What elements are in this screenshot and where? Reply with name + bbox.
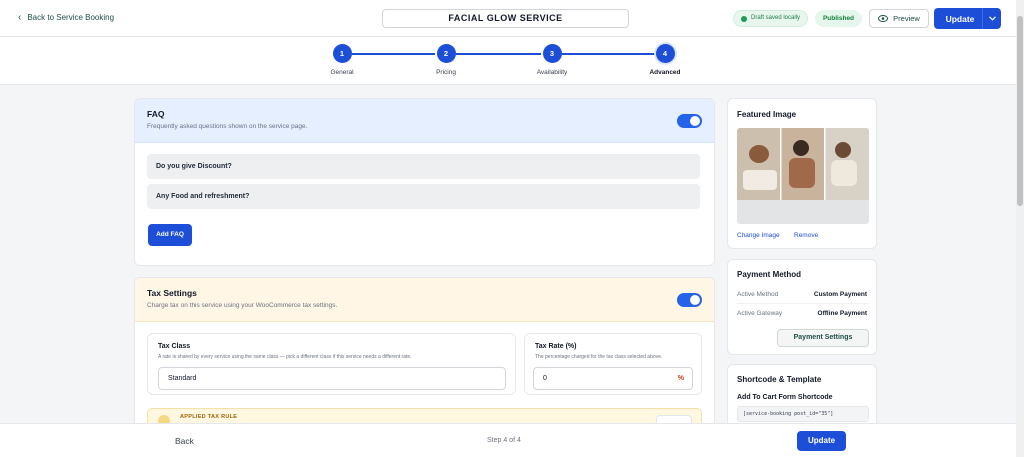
eye-icon <box>878 15 889 22</box>
change-image-link[interactable]: Change Image <box>737 232 780 239</box>
step-number: 3 <box>542 44 562 63</box>
tax-header: Tax Settings Charge tax on this service … <box>135 278 714 322</box>
step-label: Pricing <box>436 69 456 76</box>
payment-settings-button[interactable]: Payment Settings <box>777 329 869 347</box>
tax-subtitle: Charge tax on this service using your Wo… <box>147 302 338 309</box>
tax-rate-panel: Tax Rate (%) The percentage charged for … <box>524 333 702 395</box>
shortcode-title: Shortcode & Template <box>737 375 822 384</box>
page-scrollbar[interactable] <box>1016 0 1024 457</box>
tax-rate-value: 0 <box>543 375 547 382</box>
faq-item[interactable]: Do you give Discount? <box>147 154 700 179</box>
step-availability[interactable]: 3 Availability <box>522 44 582 76</box>
service-title-input[interactable]: FACIAL GLOW SERVICE <box>382 9 629 28</box>
preview-button[interactable]: Preview <box>869 9 929 28</box>
featured-image-preview[interactable] <box>737 128 869 224</box>
tax-rate-input[interactable]: 0 % <box>533 367 693 390</box>
draft-badge-label: Draft saved locally <box>751 15 801 21</box>
footer-update-button[interactable]: Update <box>797 431 846 451</box>
back-button[interactable]: Back <box>175 436 194 446</box>
shortcode-subtitle: Add To Cart Form Shortcode <box>737 394 833 401</box>
step-advanced[interactable]: 4 Advanced <box>635 44 695 76</box>
toggle-knob <box>690 295 700 305</box>
update-label: Update <box>945 13 975 24</box>
step-number: 2 <box>436 44 456 63</box>
tax-class-panel: Tax Class A rate is shared by every serv… <box>147 333 516 395</box>
step-pricing[interactable]: 2 Pricing <box>416 44 476 76</box>
tax-class-label: Tax Class <box>158 343 191 350</box>
step-general[interactable]: 1 General <box>312 44 372 76</box>
chevron-down-icon[interactable] <box>983 14 1001 23</box>
tax-settings-card: Tax Settings Charge tax on this service … <box>134 277 715 427</box>
divider <box>737 303 869 304</box>
spa-photo-image <box>737 128 869 200</box>
toggle-knob <box>690 116 700 126</box>
active-gateway-label: Active Gateway <box>737 310 783 317</box>
remove-image-link[interactable]: Remove <box>794 232 818 239</box>
featured-image-card: Featured Image Change Image Remove <box>727 98 877 249</box>
faq-subtitle: Frequently asked questions shown on the … <box>147 123 308 130</box>
shortcode-value[interactable]: [service-booking post_id="35"] <box>737 406 869 422</box>
faq-title: FAQ <box>147 109 165 119</box>
active-method-value: Custom Payment <box>813 291 867 298</box>
published-badge: Published <box>815 10 862 27</box>
bottom-bar: Back Step 4 of 4 Update <box>0 423 1016 457</box>
percent-unit: % <box>677 375 684 382</box>
check-dot-icon <box>741 15 747 22</box>
payment-method-title: Payment Method <box>737 270 802 279</box>
tax-rate-help: The percentage charged for the tax class… <box>535 354 663 360</box>
step-label: Availability <box>536 69 568 76</box>
tax-class-help: A rate is shared by every service using … <box>158 354 412 360</box>
featured-image-title: Featured Image <box>737 110 797 119</box>
back-to-service-booking-link[interactable]: ‹ Back to Service Booking <box>18 11 115 23</box>
faq-header: FAQ Frequently asked questions shown on … <box>135 99 714 143</box>
faq-item[interactable]: Any Food and refreshment? <box>147 184 700 209</box>
preview-label: Preview <box>893 14 920 23</box>
step-progress: 1 General 2 Pricing 3 Availability 4 Adv… <box>0 37 1016 85</box>
add-faq-button[interactable]: Add FAQ <box>148 224 192 246</box>
draft-status-badge: Draft saved locally <box>733 10 809 27</box>
faq-card: FAQ Frequently asked questions shown on … <box>134 98 715 266</box>
step-number: 4 <box>655 44 675 63</box>
update-button[interactable]: Update <box>934 8 1001 29</box>
applied-tax-rule-label: APPLIED TAX RULE <box>180 414 238 420</box>
tax-rate-label: Tax Rate (%) <box>535 343 577 350</box>
step-label: General <box>330 69 354 76</box>
tax-class-select[interactable]: Standard <box>158 367 506 390</box>
step-indicator: Step 4 of 4 <box>487 437 521 444</box>
chevron-left-icon: ‹ <box>18 11 22 23</box>
active-gateway-value: Offline Payment <box>817 310 867 317</box>
step-number: 1 <box>332 44 352 63</box>
faq-toggle[interactable] <box>677 114 702 128</box>
back-link-label: Back to Service Booking <box>27 13 115 22</box>
tax-toggle[interactable] <box>677 293 702 307</box>
top-bar: ‹ Back to Service Booking FACIAL GLOW SE… <box>0 0 1016 37</box>
payment-method-card: Payment Method Active Method Custom Paym… <box>727 259 877 355</box>
active-method-label: Active Method <box>737 291 779 298</box>
scrollbar-thumb[interactable] <box>1017 16 1023 206</box>
step-label: Advanced <box>649 69 681 76</box>
tax-title: Tax Settings <box>147 288 197 298</box>
